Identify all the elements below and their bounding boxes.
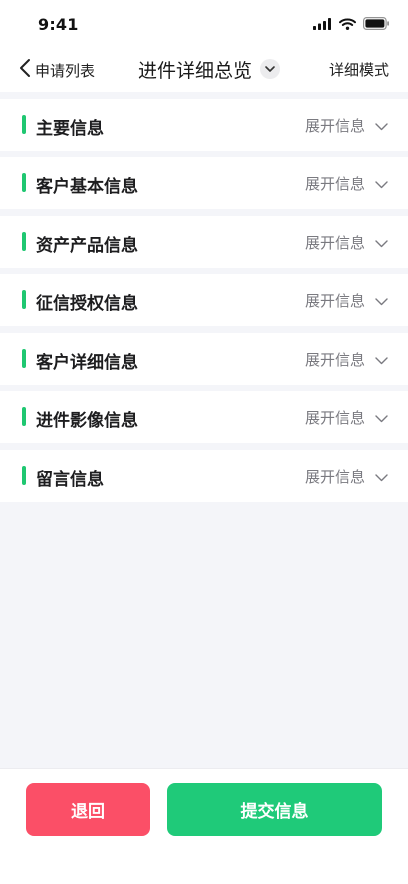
section-accent-bar: [22, 407, 26, 426]
signal-icon: [313, 15, 332, 34]
expand-toggle[interactable]: 展开信息: [305, 466, 388, 487]
page-title: 进件详细总览: [138, 59, 253, 82]
chevron-down-icon: [375, 350, 388, 369]
chevron-down-icon: [260, 59, 281, 79]
section-title: 客户详细信息: [36, 352, 138, 373]
expand-toggle[interactable]: 展开信息: [305, 232, 388, 253]
section-title: 主要信息: [36, 118, 104, 139]
expand-label: 展开信息: [304, 350, 365, 369]
nav-bar: 申请列表 进件详细总览 详细模式: [0, 48, 408, 92]
section-accent-bar: [22, 173, 26, 192]
section-message-info[interactable]: 留言信息 展开信息: [0, 449, 408, 502]
section-list: 主要信息 展开信息 客户基本信息 展开信息 资产产品信息 展开信息 征信授权信息…: [0, 92, 408, 502]
section-accent-bar: [22, 290, 26, 309]
status-time: 9:41: [38, 15, 79, 34]
expand-label: 展开信息: [304, 409, 365, 427]
back-link-label: 申请列表: [35, 61, 96, 80]
return-button[interactable]: 退回: [26, 783, 150, 836]
wifi-icon: [339, 15, 356, 34]
section-asset-product-info[interactable]: 资产产品信息 展开信息: [0, 215, 408, 268]
section-title: 征信授权信息: [36, 294, 138, 314]
submit-button[interactable]: 提交信息: [167, 783, 382, 836]
chevron-down-icon: [375, 291, 388, 310]
back-link[interactable]: 申请列表: [18, 56, 95, 84]
battery-icon: [363, 15, 390, 34]
expand-toggle[interactable]: 展开信息: [305, 173, 388, 194]
section-customer-detail-info[interactable]: 客户详细信息 展开信息: [0, 332, 408, 385]
section-credit-authorization-info[interactable]: 征信授权信息 展开信息: [0, 274, 408, 326]
chevron-left-icon: [18, 58, 32, 82]
expand-toggle[interactable]: 展开信息: [305, 407, 388, 428]
section-accent-bar: [22, 348, 26, 368]
section-title: 客户基本信息: [36, 177, 138, 197]
chevron-down-icon: [375, 467, 388, 486]
chevron-down-icon: [375, 233, 388, 252]
footer-action-bar: 退回 提交信息: [0, 768, 408, 884]
chevron-down-icon: [375, 408, 388, 427]
expand-toggle[interactable]: 展开信息: [305, 115, 388, 136]
chevron-down-icon: [375, 174, 388, 193]
expand-label: 展开信息: [304, 292, 365, 310]
status-bar: 9:41: [0, 0, 408, 48]
chevron-down-icon: [375, 116, 388, 135]
expand-toggle[interactable]: 展开信息: [305, 349, 388, 370]
expand-label: 展开信息: [304, 116, 365, 135]
section-title: 留言信息: [36, 469, 104, 490]
expand-toggle[interactable]: 展开信息: [305, 290, 388, 311]
section-main-info[interactable]: 主要信息 展开信息: [0, 98, 408, 151]
expand-label: 展开信息: [304, 467, 365, 486]
page-title-dropdown[interactable]: 进件详细总览: [138, 54, 281, 84]
status-icons: [313, 16, 390, 32]
detail-mode-button[interactable]: 详细模式: [329, 59, 389, 80]
section-accent-bar: [22, 231, 26, 251]
section-application-image-info[interactable]: 进件影像信息 展开信息: [0, 391, 408, 443]
expand-label: 展开信息: [304, 175, 365, 193]
section-customer-basic-info[interactable]: 客户基本信息 展开信息: [0, 157, 408, 209]
section-title: 资产产品信息: [36, 235, 138, 256]
section-title: 进件影像信息: [36, 411, 138, 431]
section-accent-bar: [22, 114, 26, 134]
expand-label: 展开信息: [304, 233, 365, 252]
section-accent-bar: [22, 465, 26, 485]
